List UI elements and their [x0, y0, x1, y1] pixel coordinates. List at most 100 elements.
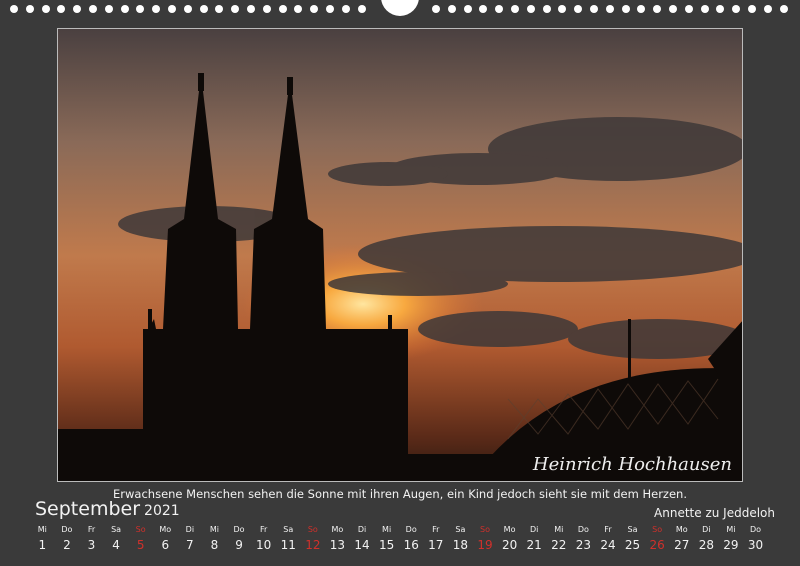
weekday-label: Mi	[37, 525, 47, 534]
day-cell: Mi 29	[719, 523, 744, 553]
binding-hole	[605, 5, 614, 13]
binding-hole	[653, 5, 662, 13]
day-cell: So 19	[473, 523, 498, 553]
weekday-label: Mi	[726, 525, 736, 534]
spiral-binding	[0, 0, 800, 20]
binding-hole	[763, 5, 772, 13]
day-number: 3	[87, 538, 96, 552]
day-cell: Di 7	[178, 523, 203, 553]
day-number: 30	[747, 538, 764, 552]
binding-hole	[136, 5, 145, 13]
weekday-label: So	[479, 525, 490, 534]
day-number: 9	[235, 538, 243, 552]
weekday-label: Sa	[627, 525, 638, 534]
binding-hole	[25, 5, 34, 13]
day-cell: Di 28	[694, 523, 719, 553]
day-number: 6	[161, 538, 170, 552]
binding-hole	[215, 5, 224, 13]
day-number: 10	[256, 538, 272, 552]
weekday-label: Sa	[455, 525, 466, 534]
day-number: 24	[600, 538, 616, 552]
day-cell: Fr 10	[251, 523, 276, 553]
binding-hole	[231, 5, 240, 13]
binding-hole	[432, 5, 440, 13]
day-cell: Do 23	[571, 523, 596, 553]
signature-text: Heinrich Hochhausen	[532, 454, 732, 475]
binding-hole	[716, 5, 725, 13]
binding-hole	[152, 5, 161, 13]
weekday-label: Di	[529, 525, 539, 534]
weekday-label: So	[652, 525, 663, 534]
day-number: 1	[38, 538, 47, 552]
month-name: September	[35, 498, 141, 520]
weekday-label: So	[307, 525, 318, 534]
weekday-label: Mo	[675, 525, 688, 534]
month-year: 2021	[144, 503, 180, 519]
binding-hole	[262, 5, 271, 13]
day-number: 26	[649, 538, 665, 552]
day-cell: Do 30	[743, 523, 768, 553]
day-cell: Mo 20	[497, 523, 522, 553]
day-cell: So 12	[301, 523, 326, 553]
day-number: 28	[698, 538, 714, 552]
day-cell: So 26	[645, 523, 670, 553]
day-cell: Fr 24	[596, 523, 621, 553]
day-cell: Fr 3	[79, 523, 104, 553]
weekday-label: Fr	[604, 525, 612, 534]
quote-author: Annette zu Jeddeloh	[654, 506, 775, 520]
binding-hole	[558, 5, 567, 13]
day-number: 23	[575, 538, 591, 552]
binding-hole	[89, 5, 97, 13]
binding-hole	[10, 5, 18, 13]
binding-hole	[247, 5, 255, 13]
day-number: 7	[186, 538, 194, 552]
photographer-signature: Heinrich Hochhausen	[533, 456, 732, 474]
weekday-label: Mo	[503, 525, 516, 534]
binding-hole	[104, 5, 113, 13]
weekday-label: Fr	[432, 525, 440, 534]
binding-hole	[732, 5, 741, 13]
day-cell: Sa 4	[104, 523, 129, 553]
weekday-label: Fr	[87, 525, 96, 534]
day-number: 27	[674, 538, 690, 552]
day-cell: Mo 27	[669, 523, 694, 553]
weekday-label: Do	[233, 525, 245, 534]
binding-hole	[526, 5, 535, 13]
weekday-label: Do	[405, 525, 417, 534]
day-number: 11	[280, 538, 296, 552]
day-number: 8	[210, 538, 219, 552]
binding-hole	[326, 5, 334, 13]
day-number: 13	[329, 538, 346, 552]
binding-hole	[199, 5, 208, 13]
day-row: Mi 1 Do 2 Fr 3 Sa 4 So 5 Mo 6 Di 7 Mi 8 Do 9 Fr 10 Sa 11 So 12 M…	[30, 523, 782, 553]
binding-hole	[447, 5, 456, 13]
binding-hole	[590, 5, 598, 13]
binding-hole	[574, 5, 583, 13]
binding-hole	[341, 5, 350, 13]
day-cell: Di 21	[522, 523, 547, 553]
binding-hole	[669, 5, 677, 13]
weekday-label: Mi	[382, 525, 392, 534]
day-cell: Do 2	[55, 523, 80, 553]
binding-hole	[684, 5, 693, 13]
binding-hole	[700, 5, 709, 13]
binding-hole	[542, 5, 551, 13]
binding-hole	[479, 5, 488, 13]
day-cell: Sa 25	[620, 523, 645, 553]
day-number: 20	[501, 538, 518, 552]
day-number: 25	[624, 538, 641, 552]
day-cell: Fr 17	[424, 523, 449, 553]
day-number: 12	[305, 538, 321, 552]
day-number: 14	[354, 538, 370, 552]
day-number: 18	[452, 538, 469, 552]
binding-hole	[294, 5, 303, 13]
binding-hole	[73, 5, 82, 13]
weekday-label: So	[135, 525, 146, 534]
binding-hole	[41, 5, 50, 13]
day-cell: Sa 11	[276, 523, 301, 553]
binding-hole	[495, 5, 504, 13]
weekday-label: Mi	[554, 525, 564, 534]
day-cell: Do 16	[399, 523, 424, 553]
binding-hole	[748, 5, 756, 13]
binding-hole	[463, 5, 472, 13]
